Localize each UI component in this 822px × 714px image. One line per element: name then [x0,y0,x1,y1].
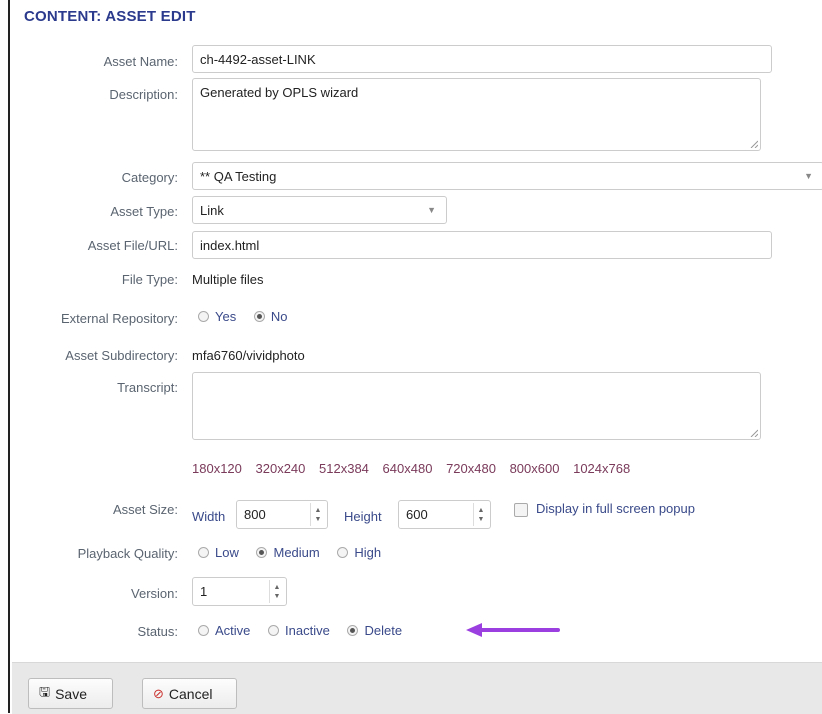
asset-file-value: index.html [200,237,260,253]
asset-file-input[interactable]: index.html [192,231,772,259]
radio-option-yes[interactable]: Yes [198,309,236,324]
resize-grip-icon[interactable] [750,140,758,148]
width-label: Width [192,509,226,524]
radio-option-medium[interactable]: Medium [256,545,320,560]
annotation-arrow-icon [466,623,560,637]
save-button[interactable]: 🖫 Save [28,678,113,709]
radio-circle-icon[interactable] [268,625,280,636]
radio-option-delete[interactable]: Delete [347,623,402,638]
radio-option-active[interactable]: Active [198,623,250,638]
playback-quality-radio-group: Low Medium High [198,545,395,561]
page-title: CONTENT: ASSET EDIT [24,8,196,25]
height-label: Height [344,509,382,524]
resize-grip-icon[interactable] [750,429,758,437]
radio-circle-icon[interactable] [337,547,349,558]
transcript-label: Transcript: [117,380,178,395]
radio-circle-icon[interactable] [198,311,209,322]
category-value: ** QA Testing [200,168,277,184]
form-footer: 🖫 Save ⊘ Cancel [12,662,822,714]
asset-type-value: Link [200,202,224,218]
asset-type-label: Asset Type: [110,204,178,219]
description-textarea[interactable]: Generated by OPLS wizard [192,78,761,151]
chevron-down-icon: ▼ [804,171,813,181]
asset-edit-panel: CONTENT: ASSET EDIT Asset Name: ch-4492-… [8,0,822,714]
fullscreen-option[interactable]: Display in full screen popup [514,501,695,517]
cancel-circle-icon: ⊘ [153,685,164,701]
asset-name-label: Asset Name: [103,54,178,69]
subdirectory-label: Asset Subdirectory: [65,348,178,363]
version-label: Version: [131,586,178,601]
asset-file-label: Asset File/URL: [87,238,178,253]
radio-circle-icon[interactable] [198,625,209,636]
size-preset-link[interactable]: 640x480 [383,461,433,476]
radio-option-inactive[interactable]: Inactive [268,623,330,638]
transcript-textarea[interactable] [192,372,761,440]
version-spinner[interactable]: 1 ▲ ▼ [192,577,287,606]
external-repo-radio-group: Yes No [198,309,301,325]
size-preset-link[interactable]: 1024x768 [573,461,630,476]
radio-selected-icon[interactable] [253,311,265,322]
status-label: Status: [137,624,178,639]
size-preset-link[interactable]: 800x600 [510,461,560,476]
status-radio-group: Active Inactive Delete [198,623,416,639]
size-preset-link[interactable]: 180x120 [192,461,242,476]
spinner-arrows-icon[interactable]: ▲ ▼ [310,503,325,526]
size-preset-link[interactable]: 512x384 [319,461,369,476]
asset-type-select[interactable]: Link ▼ [192,196,447,224]
radio-circle-icon[interactable] [198,547,209,558]
external-repo-label: External Repository: [60,311,178,326]
spinner-arrows-icon[interactable]: ▲ ▼ [473,503,488,526]
cancel-button[interactable]: ⊘ Cancel [142,678,237,709]
description-label: Description: [109,87,178,102]
size-presets: 180x120 320x240 512x384 640x480 720x480 … [192,461,637,476]
floppy-disk-icon: 🖫 [39,683,51,699]
category-label: Category: [121,170,178,185]
size-preset-link[interactable]: 320x240 [256,461,306,476]
playback-quality-label: Playback Quality: [77,546,178,561]
subdirectory-value: mfa6760/vividphoto [192,348,305,363]
asset-size-label: Asset Size: [112,502,178,517]
radio-option-high[interactable]: High [337,545,381,560]
description-value: Generated by OPLS wizard [200,85,359,100]
file-type-value: Multiple files [192,272,264,287]
file-type-label: File Type: [121,272,178,287]
category-select[interactable]: ** QA Testing ▼ [192,162,822,190]
radio-option-no[interactable]: No [253,309,287,324]
spinner-arrows-icon[interactable]: ▲ ▼ [269,580,284,603]
height-spinner[interactable]: 600 ▲ ▼ [398,500,491,529]
asset-name-input[interactable]: ch-4492-asset-LINK [192,45,772,73]
radio-selected-icon[interactable] [347,625,359,636]
asset-name-value: ch-4492-asset-LINK [200,51,316,67]
version-value: 1 [200,584,208,599]
radio-option-low[interactable]: Low [198,545,239,560]
width-value: 800 [244,507,266,522]
fullscreen-checkbox[interactable] [514,502,528,517]
size-preset-link[interactable]: 720x480 [446,461,496,476]
width-spinner[interactable]: 800 ▲ ▼ [236,500,328,529]
radio-selected-icon[interactable] [256,547,268,558]
height-value: 600 [406,507,428,522]
chevron-down-icon: ▼ [427,205,436,215]
